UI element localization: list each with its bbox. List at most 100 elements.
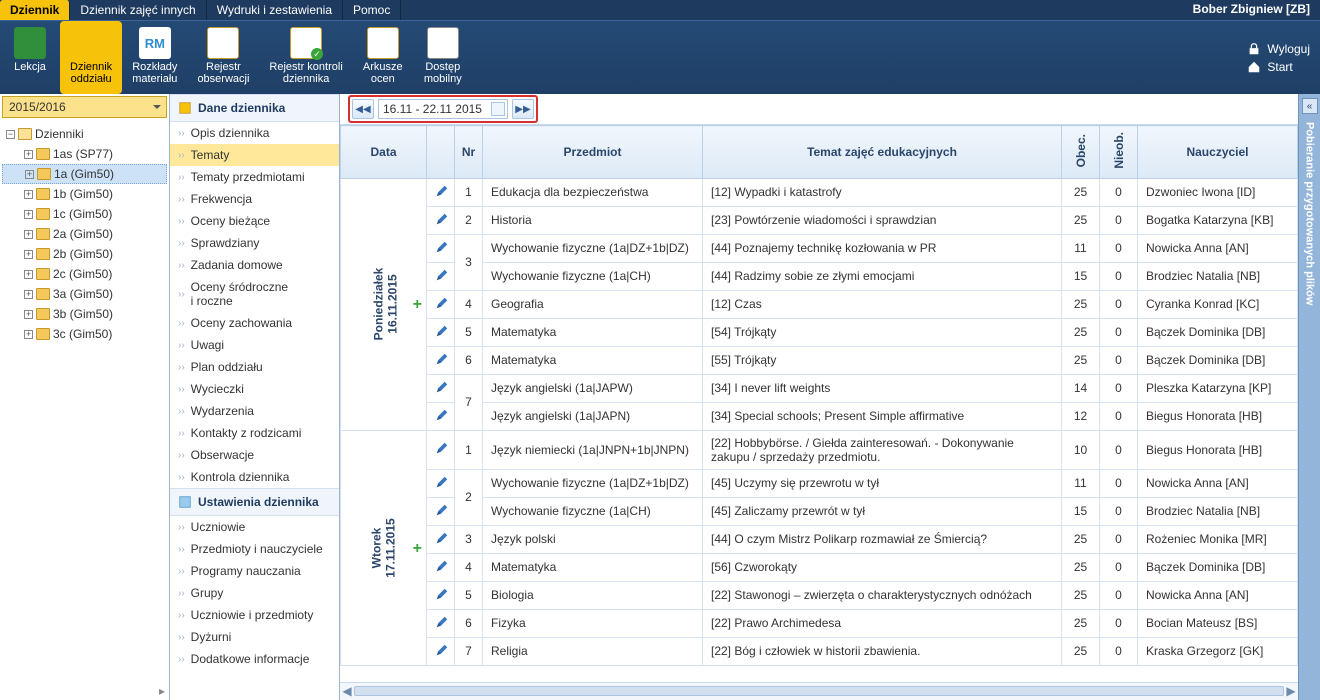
school-year-select[interactable]: 2015/2016 [2, 96, 167, 118]
nav-item[interactable]: ››Zadania domowe [170, 254, 339, 276]
ribbon-rozklady[interactable]: RM Rozkłady materiału [122, 21, 187, 94]
ribbon-lekcja[interactable]: Lekcja [0, 21, 60, 94]
pencil-icon[interactable] [435, 503, 449, 517]
nav-item[interactable]: ››Grupy [170, 582, 339, 604]
nav-item[interactable]: ››Frekwencja [170, 188, 339, 210]
col-data[interactable]: Data [341, 126, 427, 179]
ribbon-rejestr-obserwacji[interactable]: Rejestr obserwacji [187, 21, 259, 94]
scroll-left-icon[interactable]: ◀ [340, 684, 354, 698]
nav-item[interactable]: ››Dodatkowe informacje [170, 648, 339, 670]
expand-icon[interactable]: + [24, 210, 33, 219]
col-przedmiot[interactable]: Przedmiot [483, 126, 703, 179]
expand-icon[interactable]: + [24, 310, 33, 319]
pencil-icon[interactable] [435, 268, 449, 282]
next-week-button[interactable]: ▶▶ [512, 99, 534, 119]
col-nieob[interactable]: Nieob. [1100, 126, 1138, 179]
tree-item[interactable]: +3b (Gim50) [2, 304, 167, 324]
tab-wydruki[interactable]: Wydruki i zestawienia [207, 0, 343, 20]
pencil-icon[interactable] [435, 212, 449, 226]
tree-item[interactable]: +3a (Gim50) [2, 284, 167, 304]
pencil-icon[interactable] [435, 475, 449, 489]
col-obec[interactable]: Obec. [1062, 126, 1100, 179]
pencil-icon[interactable] [435, 643, 449, 657]
register-ctrl-icon: ✓ [290, 27, 322, 59]
pencil-icon[interactable] [435, 352, 449, 366]
start-link[interactable]: Start [1247, 60, 1310, 74]
col-nauczyciel[interactable]: Nauczyciel [1138, 126, 1298, 179]
expand-icon[interactable]: + [24, 230, 33, 239]
expand-icon[interactable]: + [24, 330, 33, 339]
expand-icon[interactable]: + [24, 150, 33, 159]
pencil-icon[interactable] [435, 559, 449, 573]
nav-item[interactable]: ››Oceny bieżące [170, 210, 339, 232]
ribbon-arkusze[interactable]: Arkusze ocen [353, 21, 413, 94]
logout-link[interactable]: Wyloguj [1247, 42, 1310, 56]
expand-icon[interactable]: + [24, 190, 33, 199]
expand-icon[interactable]: + [24, 270, 33, 279]
prev-week-button[interactable]: ◀◀ [352, 99, 374, 119]
expand-icon[interactable]: − [6, 130, 15, 139]
scroll-thumb[interactable] [354, 686, 1284, 696]
absent-cell: 0 [1100, 609, 1138, 637]
nav-item[interactable]: ››Dyżurni [170, 626, 339, 648]
nav-item[interactable]: ››Przedmioty i nauczyciele [170, 538, 339, 560]
add-lesson-icon[interactable]: + [413, 540, 422, 558]
nav-item[interactable]: ››Obserwacje [170, 444, 339, 466]
col-temat[interactable]: Temat zajęć edukacyjnych [703, 126, 1062, 179]
subject-cell: Geografia [483, 290, 703, 318]
horizontal-scrollbar[interactable]: ◀ ▶ [340, 682, 1298, 700]
expand-icon[interactable]: + [24, 250, 33, 259]
col-nr[interactable]: Nr [455, 126, 483, 179]
pencil-icon[interactable] [435, 531, 449, 545]
nav-item[interactable]: ››Kontakty z rodzicami [170, 422, 339, 444]
expand-icon[interactable]: + [25, 170, 34, 179]
ribbon-dziennik-oddzialu[interactable]: Dziennik oddziału [60, 21, 122, 94]
nav-item[interactable]: ››Kontrola dziennika [170, 466, 339, 488]
expand-icon[interactable]: + [24, 290, 33, 299]
nav-item[interactable]: ››Opis dziennika [170, 122, 339, 144]
pencil-icon[interactable] [435, 615, 449, 629]
pencil-icon[interactable] [435, 296, 449, 310]
date-range-input[interactable]: 16.11 - 22.11 2015 [378, 99, 508, 119]
tree-root[interactable]: − Dzienniki [2, 124, 167, 144]
nav-item[interactable]: ››Sprawdziany [170, 232, 339, 254]
add-lesson-icon[interactable]: + [413, 296, 422, 314]
tree-item[interactable]: +3c (Gim50) [2, 324, 167, 344]
pencil-icon[interactable] [435, 408, 449, 422]
calendar-icon[interactable] [491, 102, 505, 116]
tree-item[interactable]: +2a (Gim50) [2, 224, 167, 244]
tab-pomoc[interactable]: Pomoc [343, 0, 401, 20]
pencil-icon[interactable] [435, 441, 449, 455]
pencil-icon[interactable] [435, 240, 449, 254]
lock-icon [1247, 42, 1261, 56]
tab-dziennik[interactable]: Dziennik [0, 0, 70, 20]
pencil-icon[interactable] [435, 184, 449, 198]
ribbon-rejestr-kontroli[interactable]: ✓ Rejestr kontroli dziennika [259, 21, 352, 94]
nav-item[interactable]: ››Oceny śródroczne i roczne [170, 276, 339, 312]
tree-item[interactable]: +2b (Gim50) [2, 244, 167, 264]
nav-item[interactable]: ››Plan oddziału [170, 356, 339, 378]
scroll-right-icon[interactable]: ▶ [1284, 684, 1298, 698]
nav-item[interactable]: ››Wycieczki [170, 378, 339, 400]
pencil-icon[interactable] [435, 324, 449, 338]
grid-scroll[interactable]: Data Nr Przedmiot Temat zajęć edukacyjny… [340, 124, 1298, 682]
pencil-icon[interactable] [435, 587, 449, 601]
right-collapsed-panel[interactable]: « Pobieranie przygotowanych plików [1298, 94, 1320, 700]
ribbon-mobilny[interactable]: Dostęp mobilny [413, 21, 473, 94]
nav-item[interactable]: ››Tematy [170, 144, 339, 166]
tree-item[interactable]: +2c (Gim50) [2, 264, 167, 284]
nav-item[interactable]: ››Tematy przedmiotami [170, 166, 339, 188]
tree-item[interactable]: +1b (Gim50) [2, 184, 167, 204]
tab-dziennik-innych[interactable]: Dziennik zajęć innych [70, 0, 206, 20]
tree-item[interactable]: +1as (SP77) [2, 144, 167, 164]
nav-item[interactable]: ››Programy nauczania [170, 560, 339, 582]
pencil-icon[interactable] [435, 380, 449, 394]
nav-item[interactable]: ››Uczniowie [170, 516, 339, 538]
tree-item[interactable]: +1c (Gim50) [2, 204, 167, 224]
nav-item[interactable]: ››Wydarzenia [170, 400, 339, 422]
nav-item[interactable]: ››Uczniowie i przedmioty [170, 604, 339, 626]
expand-right-icon[interactable]: « [1302, 98, 1318, 114]
tree-item[interactable]: +1a (Gim50) [2, 164, 167, 184]
nav-item[interactable]: ››Oceny zachowania [170, 312, 339, 334]
nav-item[interactable]: ››Uwagi [170, 334, 339, 356]
